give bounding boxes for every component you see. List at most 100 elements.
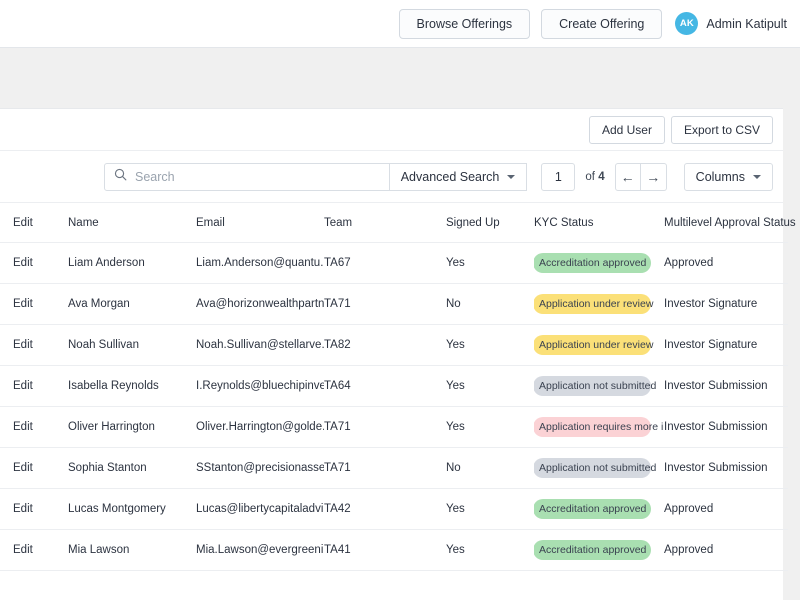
status-badge: Application under review: [534, 293, 653, 315]
edit-link[interactable]: Edit: [13, 462, 33, 474]
table-cell-team: TA71: [324, 447, 446, 489]
table-row[interactable]: Edit Noah Sullivan Noah.Sullivan@stellarve…: [0, 324, 788, 366]
edit-link[interactable]: Edit: [13, 298, 33, 310]
table-cell-team: TA42: [324, 488, 446, 530]
export-to-csv-button[interactable]: Export to CSV: [670, 115, 773, 144]
table-row[interactable]: Edit Sophia Stanton SStanton@precisionasse…: [0, 447, 788, 489]
table-cell-approval-status: Investor Signature: [664, 283, 788, 325]
table-header: Edit Name Email Team Signed Up KYC Statu…: [0, 203, 796, 243]
page-background-band: [0, 48, 800, 108]
user-menu[interactable]: AK Admin Katipult: [675, 12, 787, 35]
advanced-search-label: Advanced Search: [400, 169, 500, 184]
table-cell-email: Oliver.Harrington@golde...: [196, 406, 324, 448]
table-row[interactable]: Edit Oliver Harrington Oliver.Harrington@g…: [0, 406, 788, 448]
create-offering-button[interactable]: Create Offering: [541, 8, 663, 39]
page-number-input[interactable]: [541, 162, 576, 191]
table-row[interactable]: Edit Isabella Reynolds I.Reynolds@bluechip…: [0, 365, 788, 407]
edit-link[interactable]: Edit: [13, 257, 33, 269]
table-cell-email: Noah.Sullivan@stellarve...: [196, 324, 324, 366]
table-cell-team: TA71: [324, 283, 446, 325]
table-cell-email: I.Reynolds@bluechipinve...: [196, 365, 324, 407]
table-cell-name: Noah Sullivan: [68, 324, 196, 366]
advanced-search-dropdown[interactable]: Advanced Search: [389, 162, 528, 191]
search-input[interactable]: [135, 169, 389, 184]
table-row[interactable]: Edit Liam Anderson Liam.Anderson@quantu...…: [0, 242, 788, 284]
table-cell-edit: Edit: [0, 406, 68, 448]
status-badge: Application under review: [534, 334, 653, 356]
users-panel: Add User Export to CSV Advanced Search o…: [0, 108, 796, 600]
of-label: of: [585, 170, 595, 183]
table-cell-signed-up: No: [446, 447, 534, 489]
table-cell-email: Lucas@libertycapitaladvi...: [196, 488, 324, 530]
edit-link[interactable]: Edit: [13, 339, 33, 351]
status-badge: Application not submitted: [534, 375, 656, 397]
table-cell-name: Isabella Reynolds: [68, 365, 196, 407]
table-cell-kyc-status: Application requires more information: [534, 406, 664, 448]
status-badge: Application not submitted: [534, 457, 656, 479]
table-row[interactable]: Edit Mia Lawson Mia.Lawson@evergreeni... TA…: [0, 529, 788, 571]
column-header-name[interactable]: Name: [68, 203, 196, 243]
table-cell-team: TA64: [324, 365, 446, 407]
status-badge: Accreditation approved: [534, 252, 651, 274]
table-cell-signed-up: Yes: [446, 488, 534, 530]
table-cell-edit: Edit: [0, 447, 68, 489]
previous-page-button[interactable]: ←: [614, 162, 641, 191]
edit-link[interactable]: Edit: [13, 380, 33, 392]
edit-link[interactable]: Edit: [13, 544, 33, 556]
chevron-down-icon: [507, 174, 516, 179]
table-cell-signed-up: Yes: [446, 324, 534, 366]
column-header-team[interactable]: Team: [324, 203, 446, 243]
table-cell-signed-up: Yes: [446, 406, 534, 448]
table-cell-edit: Edit: [0, 324, 68, 366]
table-cell-signed-up: Yes: [446, 242, 534, 284]
status-badge: Accreditation approved: [534, 498, 651, 520]
table-cell-name: Oliver Harrington: [68, 406, 196, 448]
table-cell-team: TA71: [324, 406, 446, 448]
next-page-button[interactable]: →: [640, 162, 667, 191]
table-cell-kyc-status: Accreditation approved: [534, 488, 664, 530]
table-row[interactable]: Edit Ava Morgan Ava@horizonwealthpartn... T…: [0, 283, 788, 325]
edit-link[interactable]: Edit: [13, 503, 33, 515]
total-pages-value: 4: [598, 170, 605, 183]
top-navigation-bar: Browse Offerings Create Offering AK Admi…: [0, 0, 800, 48]
table-cell-name: Mia Lawson: [68, 529, 196, 571]
columns-label: Columns: [695, 169, 745, 184]
column-header-signed-up[interactable]: Signed Up: [446, 203, 534, 243]
browse-offerings-button[interactable]: Browse Offerings: [398, 8, 531, 39]
table-cell-approval-status: Approved: [664, 242, 788, 284]
column-header-email[interactable]: Email: [196, 203, 324, 243]
table-cell-kyc-status: Application under review: [534, 324, 664, 366]
table-cell-approval-status: Approved: [664, 488, 788, 530]
columns-dropdown[interactable]: Columns: [683, 162, 773, 191]
table-cell-name: Liam Anderson: [68, 242, 196, 284]
table-row[interactable]: Edit Lucas Montgomery Lucas@libertycapital…: [0, 488, 788, 530]
add-user-button[interactable]: Add User: [588, 115, 665, 144]
table-cell-email: Mia.Lawson@evergreeni...: [196, 529, 324, 571]
table-cell-name: Lucas Montgomery: [68, 488, 196, 530]
table-cell-name: Sophia Stanton: [68, 447, 196, 489]
table-cell-signed-up: Yes: [446, 365, 534, 407]
table-cell-signed-up: No: [446, 283, 534, 325]
column-header-kyc-status[interactable]: KYC Status: [534, 203, 664, 243]
table-cell-approval-status: Investor Signature: [664, 324, 788, 366]
table-cell-edit: Edit: [0, 529, 68, 571]
avatar: AK: [675, 12, 699, 35]
table-cell-email: Ava@horizonwealthpartn...: [196, 283, 324, 325]
chevron-down-icon: [753, 174, 761, 179]
table-cell-email: Liam.Anderson@quantu...: [196, 242, 324, 284]
status-badge: Accreditation approved: [534, 539, 651, 561]
column-header-multilevel-approval-status[interactable]: Multilevel Approval Status: [664, 203, 796, 243]
status-badge: Application requires more information: [534, 416, 664, 438]
table-header-row: Edit Name Email Team Signed Up KYC Statu…: [0, 203, 796, 243]
table-cell-approval-status: Approved: [664, 529, 788, 571]
table-body: Edit Liam Anderson Liam.Anderson@quantu...…: [0, 242, 788, 571]
panel-actions-row: Add User Export to CSV: [0, 109, 783, 151]
table-cell-edit: Edit: [0, 365, 68, 407]
table-cell-kyc-status: Application not submitted: [534, 365, 664, 407]
edit-link[interactable]: Edit: [13, 421, 33, 433]
table-cell-edit: Edit: [0, 283, 68, 325]
table-cell-edit: Edit: [0, 488, 68, 530]
table-cell-team: TA82: [324, 324, 446, 366]
table-cell-approval-status: Investor Submission: [664, 406, 788, 448]
column-header-edit[interactable]: Edit: [0, 203, 68, 243]
